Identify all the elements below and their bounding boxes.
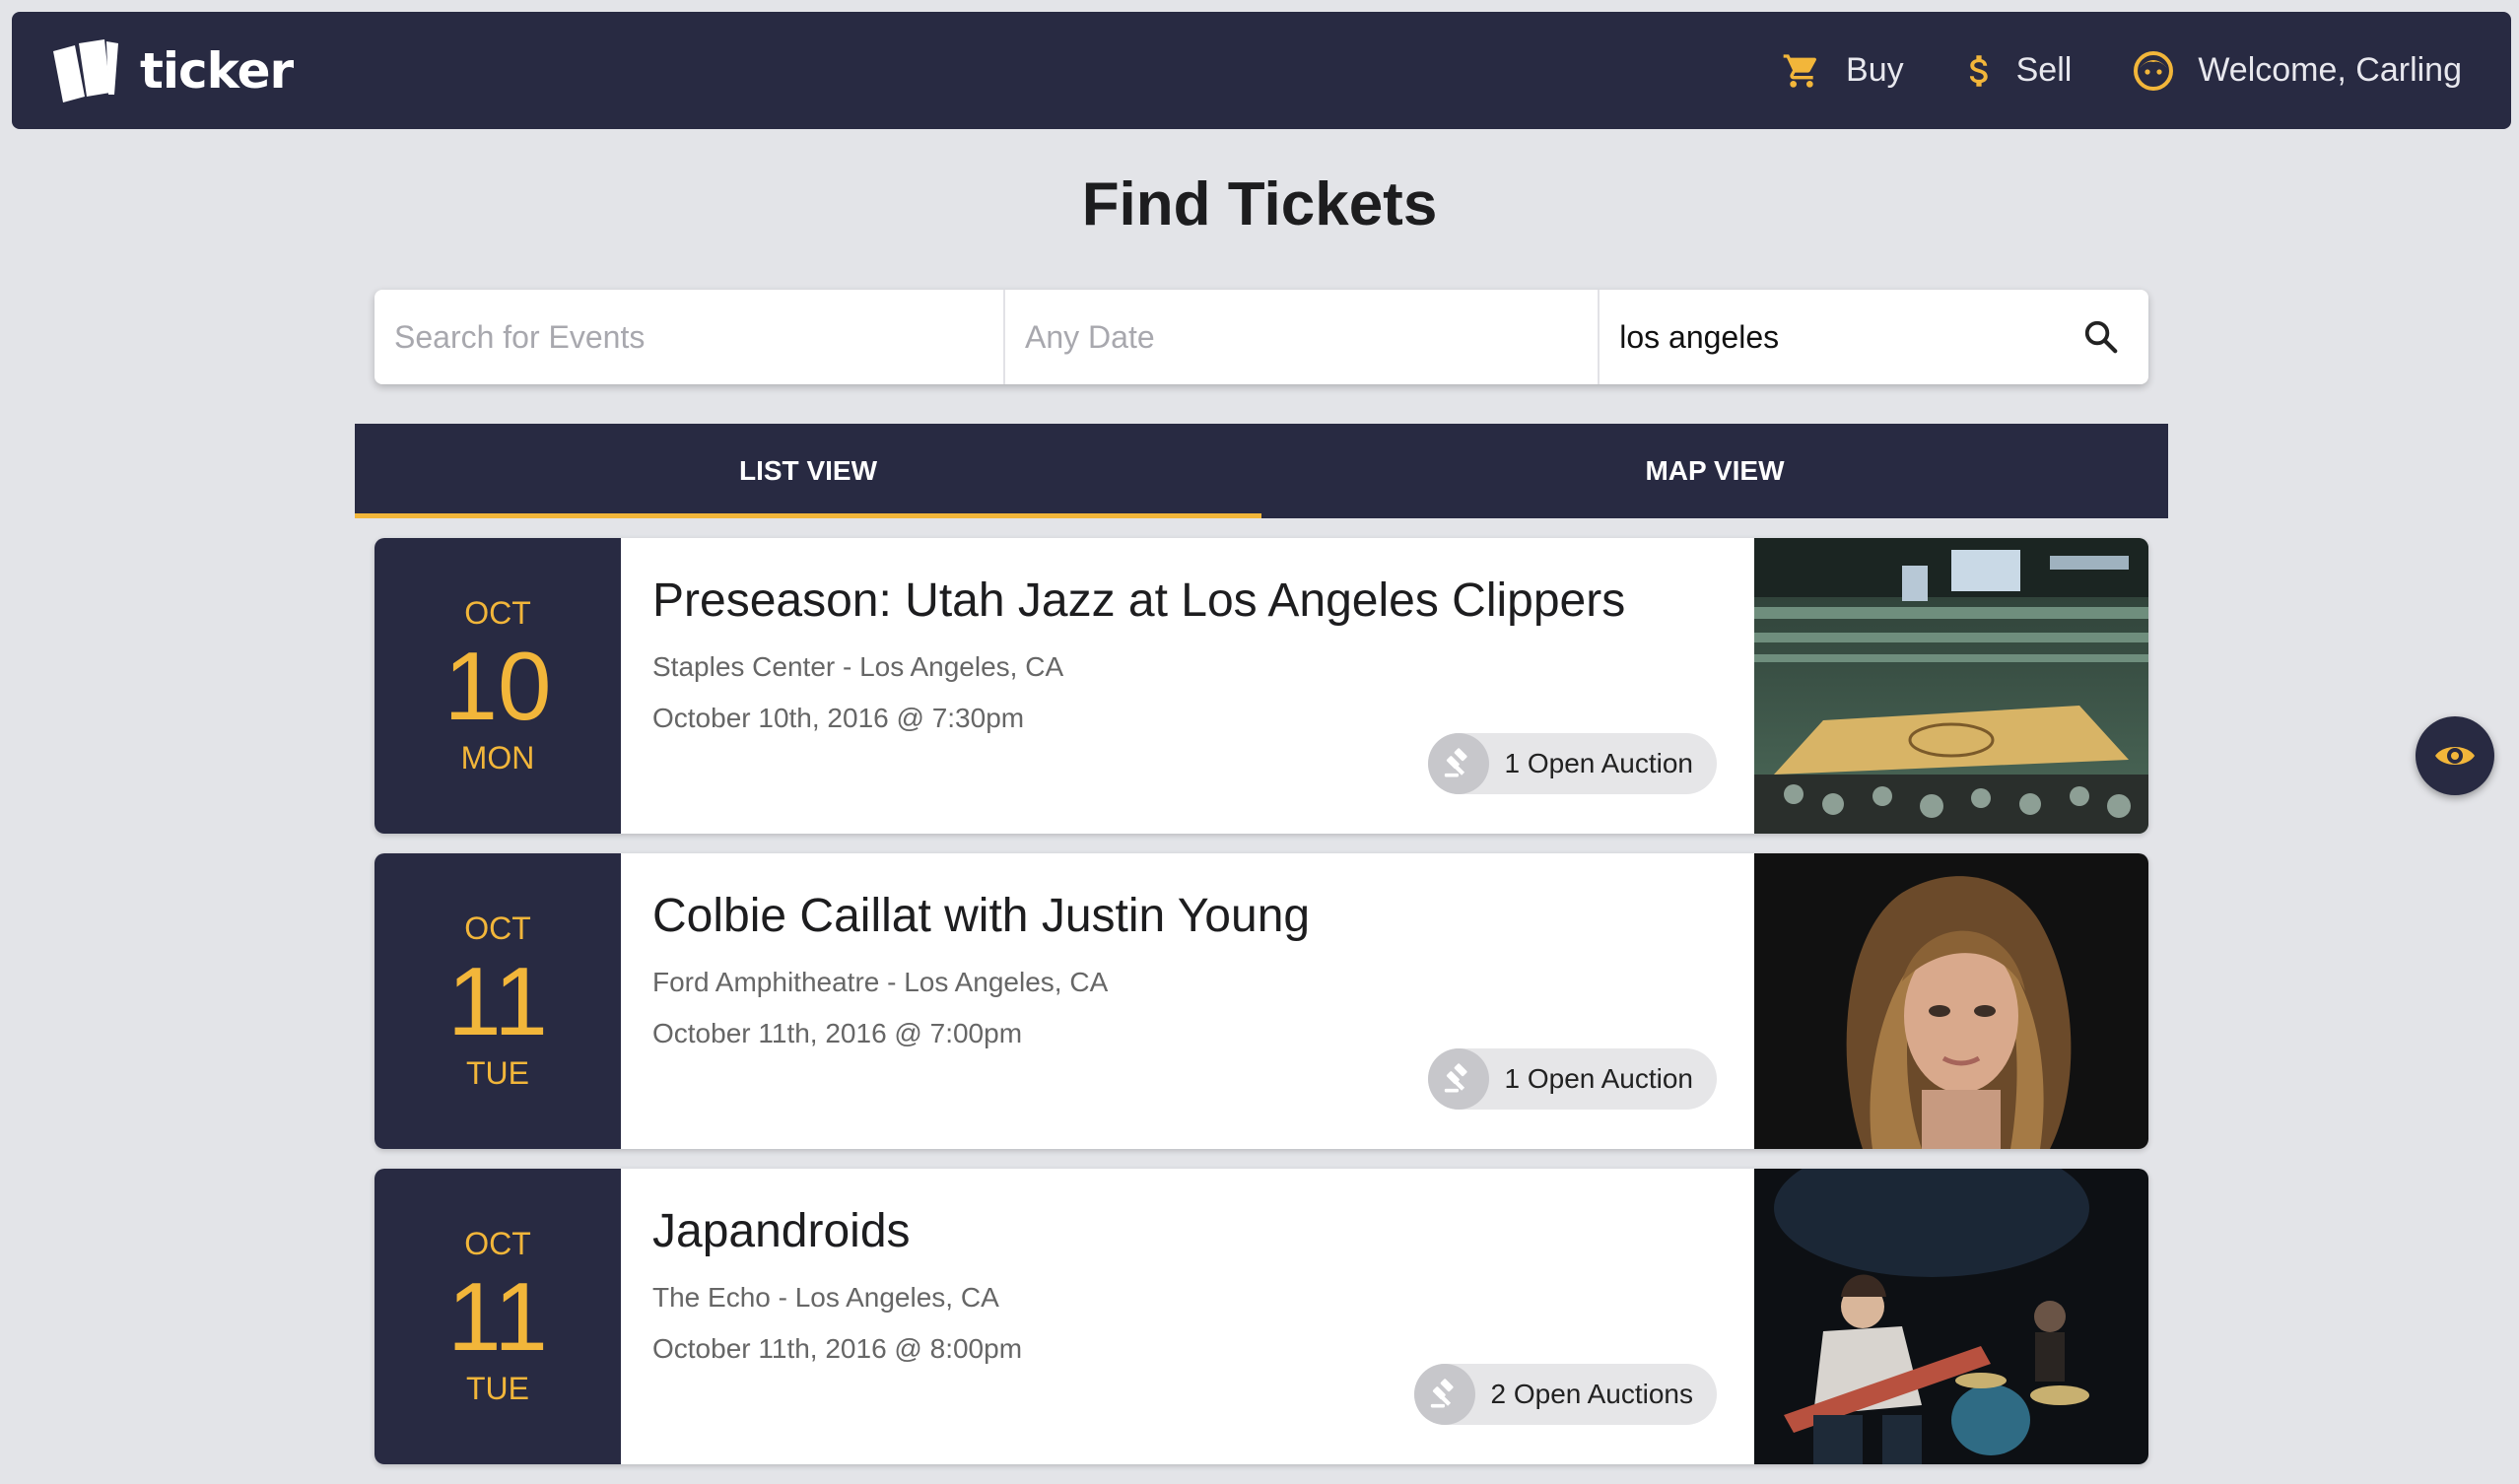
preview-toggle-button[interactable] bbox=[2416, 716, 2494, 795]
event-datetime: October 10th, 2016 @ 7:30pm bbox=[652, 703, 1025, 733]
event-info: Preseason: Utah Jazz at Los Angeles Clip… bbox=[621, 538, 1754, 834]
event-weekday: MON bbox=[460, 740, 535, 776]
location-input[interactable] bbox=[1600, 290, 2054, 384]
tab-map-view[interactable]: MAP VIEW bbox=[1261, 424, 2168, 518]
event-date-block: OCT 10 MON bbox=[374, 538, 621, 834]
open-auction-badge[interactable]: 1 Open Auction bbox=[1427, 1048, 1717, 1110]
main-nav: Buy Sell Welcome, Carling bbox=[1720, 12, 2462, 129]
event-venue: Staples Center - Los Angeles, CA bbox=[652, 651, 1064, 682]
brand[interactable]: ticker bbox=[49, 12, 294, 129]
page-title: Find Tickets bbox=[1081, 170, 1438, 238]
event-venue: The Echo - Los Angeles, CA bbox=[652, 1282, 999, 1313]
event-weekday: TUE bbox=[466, 1371, 529, 1406]
search-icon bbox=[2084, 320, 2117, 354]
ticker-logo-icon bbox=[53, 38, 118, 102]
event-title[interactable]: Japandroids bbox=[652, 1204, 1723, 1258]
eye-icon bbox=[2435, 747, 2475, 765]
event-info: Colbie Caillat with Justin Young Ford Am… bbox=[621, 853, 1754, 1149]
nav-buy[interactable]: Buy bbox=[1781, 51, 1904, 91]
top-navbar: ticker Buy Sell Welcome, Carling bbox=[12, 12, 2511, 129]
auction-count-label: 2 Open Auctions bbox=[1490, 1379, 1693, 1409]
nav-user-menu[interactable]: Welcome, Carling bbox=[2133, 50, 2462, 92]
smiley-icon bbox=[2133, 50, 2174, 92]
event-search-input[interactable] bbox=[374, 290, 1005, 384]
welcome-label: Welcome, Carling bbox=[2198, 51, 2462, 89]
gavel-icon bbox=[1427, 733, 1489, 794]
event-image-basketball-arena bbox=[1754, 538, 2148, 834]
event-image-artist-portrait bbox=[1754, 853, 2148, 1149]
nav-buy-label: Buy bbox=[1846, 51, 1904, 89]
event-date-block: OCT 11 TUE bbox=[374, 853, 621, 1149]
nav-sell[interactable]: Sell bbox=[1965, 50, 2073, 92]
event-day: 10 bbox=[443, 632, 552, 740]
event-card[interactable]: OCT 10 MON Preseason: Utah Jazz at Los A… bbox=[374, 538, 2148, 834]
auction-count-label: 1 Open Auction bbox=[1504, 748, 1693, 778]
event-image-band-performing bbox=[1754, 1169, 2148, 1464]
event-weekday: TUE bbox=[466, 1055, 529, 1091]
gavel-icon bbox=[1427, 1048, 1489, 1110]
event-datetime: October 11th, 2016 @ 7:00pm bbox=[652, 1018, 1023, 1048]
open-auction-badge[interactable]: 2 Open Auctions bbox=[1413, 1364, 1717, 1425]
view-tabs: LIST VIEW MAP VIEW bbox=[355, 424, 2168, 518]
nav-sell-label: Sell bbox=[2015, 51, 2073, 89]
event-info: Japandroids The Echo - Los Angeles, CA O… bbox=[621, 1169, 1754, 1464]
dollar-icon bbox=[1965, 50, 1993, 92]
brand-name: ticker bbox=[140, 41, 294, 100]
event-venue: Ford Amphitheatre - Los Angeles, CA bbox=[652, 967, 1109, 997]
auction-count-label: 1 Open Auction bbox=[1504, 1063, 1693, 1094]
event-card[interactable]: OCT 11 TUE Colbie Caillat with Justin Yo… bbox=[374, 853, 2148, 1149]
tab-list-view[interactable]: LIST VIEW bbox=[355, 424, 1261, 518]
event-title[interactable]: Preseason: Utah Jazz at Los Angeles Clip… bbox=[652, 573, 1723, 628]
event-day: 11 bbox=[447, 1262, 548, 1371]
event-month: OCT bbox=[464, 595, 531, 631]
event-date-block: OCT 11 TUE bbox=[374, 1169, 621, 1464]
event-month: OCT bbox=[464, 911, 531, 946]
open-auction-badge[interactable]: 1 Open Auction bbox=[1427, 733, 1717, 794]
date-input[interactable] bbox=[1005, 290, 1600, 384]
event-card[interactable]: OCT 11 TUE Japandroids The Echo - Los An… bbox=[374, 1169, 2148, 1464]
event-title[interactable]: Colbie Caillat with Justin Young bbox=[652, 889, 1723, 943]
event-day: 11 bbox=[447, 947, 548, 1055]
gavel-icon bbox=[1413, 1364, 1475, 1425]
search-button[interactable] bbox=[2053, 290, 2148, 384]
event-month: OCT bbox=[464, 1226, 531, 1261]
cart-icon bbox=[1781, 51, 1822, 91]
event-list: OCT 10 MON Preseason: Utah Jazz at Los A… bbox=[374, 538, 2148, 1484]
search-bar bbox=[374, 290, 2148, 384]
event-datetime: October 11th, 2016 @ 8:00pm bbox=[652, 1333, 1023, 1364]
